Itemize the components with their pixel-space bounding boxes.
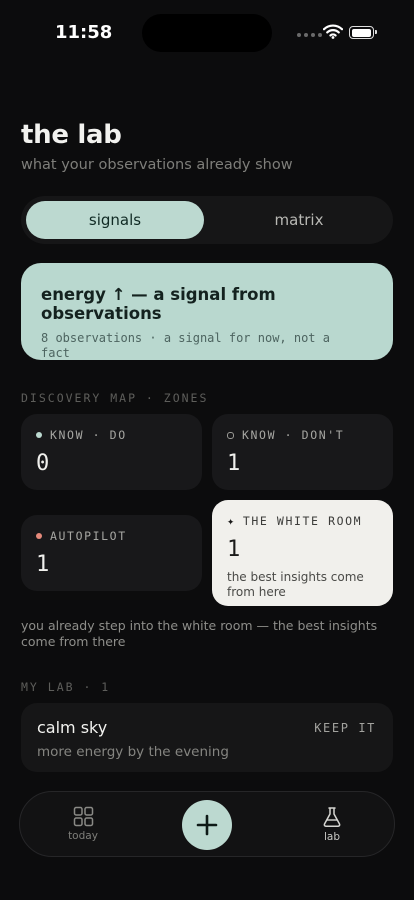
zone-label: THE WHITE ROOM (242, 514, 363, 528)
signal-title: energy ↑ — a signal from observations (41, 285, 276, 323)
view-switcher: signals matrix (21, 196, 393, 244)
flask-icon (323, 807, 341, 828)
zone-know-do[interactable]: KNOW · DO 0 (21, 414, 202, 490)
my-lab-label: MY LAB · 1 (21, 680, 111, 694)
status-bar: 11:58 (0, 0, 414, 64)
page-subtitle: what your observations already show (21, 157, 293, 173)
zone-label: AUTOPILOT (50, 529, 127, 543)
signal-meta: 8 observations · a signal for now, not a… (41, 331, 330, 360)
tab-signals[interactable]: signals (26, 201, 204, 239)
page-title: the lab (21, 120, 122, 150)
keep-it-button[interactable]: KEEP IT (314, 721, 376, 735)
zone-count: 0 (36, 451, 50, 476)
hollow-dot-icon (227, 431, 234, 439)
lab-experiment-card[interactable]: calm sky KEEP IT more energy by the even… (21, 703, 393, 772)
zone-count: 1 (36, 552, 50, 577)
add-observation-button[interactable] (182, 800, 232, 850)
zone-autopilot[interactable]: AUTOPILOT 1 (21, 515, 202, 591)
zone-count: 1 (227, 451, 241, 476)
tab-matrix[interactable]: matrix (210, 201, 388, 239)
zone-label: KNOW · DO (50, 428, 127, 442)
zone-know-dont[interactable]: KNOW · DON'T 1 (212, 414, 393, 490)
sparkle-icon: ✦ (227, 514, 236, 528)
zone-count: 1 (227, 537, 241, 562)
experiment-description: more energy by the evening (37, 744, 229, 760)
discovery-insight: you already step into the white room — t… (21, 618, 378, 649)
tab-lab-label: lab (323, 831, 341, 843)
zone-label: KNOW · DON'T (242, 428, 345, 442)
grid-icon (73, 806, 93, 827)
tab-bar: today lab (19, 791, 395, 857)
filled-dot-icon (36, 533, 42, 539)
battery-icon (349, 26, 377, 39)
tab-lab[interactable]: lab (302, 806, 362, 843)
plus-icon (196, 814, 218, 836)
cellular-signal-icon (297, 33, 322, 37)
zone-white-room[interactable]: ✦ THE WHITE ROOM 1 the best insights com… (212, 500, 393, 606)
tab-today[interactable]: today (53, 806, 113, 842)
status-time: 11:58 (55, 22, 113, 43)
signal-card[interactable]: energy ↑ — a signal from observations 8 … (21, 263, 393, 360)
discovery-map-label: DISCOVERY MAP · ZONES (21, 391, 209, 405)
filled-dot-icon (36, 432, 42, 438)
tab-today-label: today (68, 830, 98, 842)
wifi-icon (323, 24, 343, 39)
zone-note: the best insights come from here (227, 570, 364, 599)
dynamic-island (142, 14, 272, 52)
